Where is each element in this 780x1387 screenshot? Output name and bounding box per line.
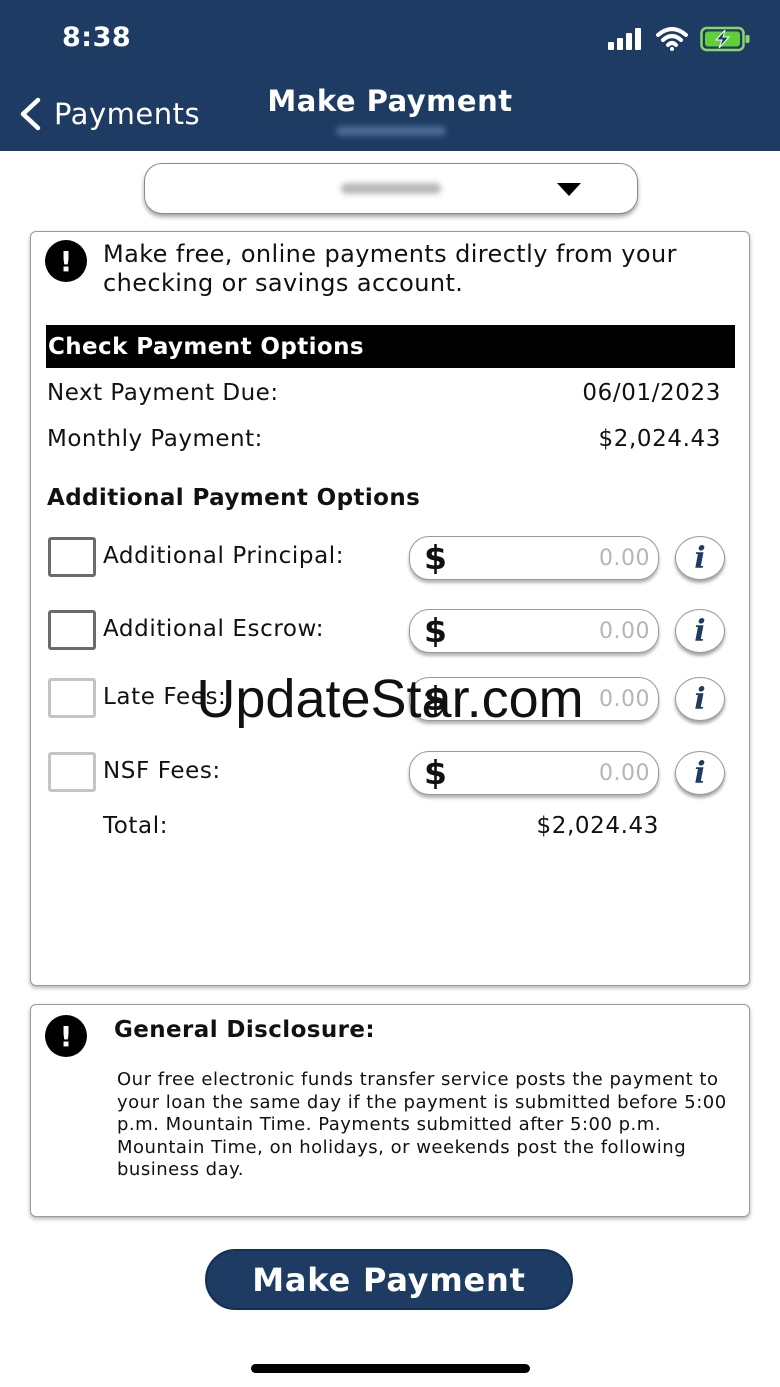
amount-value: 0.00 — [599, 687, 650, 712]
info-icon: i — [694, 613, 706, 649]
disclosure-title: General Disclosure: — [114, 1017, 375, 1043]
alert-icon: ! — [45, 1015, 87, 1057]
next-due-label: Next Payment Due: — [47, 380, 279, 406]
info-icon: i — [694, 540, 706, 576]
monthly-payment-value: $2,024.43 — [598, 426, 721, 452]
total-label: Total: — [103, 813, 169, 839]
nav-header: 8:38 Payments Make Payment — [0, 0, 780, 151]
intro-text: Make free, online payments directly from… — [103, 240, 677, 297]
dollar-icon: $ — [424, 753, 447, 792]
status-time: 8:38 — [62, 22, 132, 53]
dollar-icon: $ — [424, 538, 447, 577]
payment-options-card: ! Make free, online payments directly fr… — [30, 231, 750, 986]
nsf-fees-input[interactable]: $ 0.00 — [409, 751, 659, 795]
alert-icon: ! — [45, 240, 87, 282]
late-fees-info-button[interactable]: i — [675, 677, 725, 721]
additional-options-heading: Additional Payment Options — [47, 485, 421, 511]
status-icons — [608, 26, 752, 52]
dollar-icon: $ — [424, 611, 447, 650]
home-indicator — [251, 1364, 530, 1373]
additional-escrow-checkbox[interactable] — [48, 610, 96, 650]
redacted-subtitle — [336, 126, 446, 136]
next-due-value: 06/01/2023 — [582, 380, 721, 406]
disclosure-card: ! General Disclosure: Our free electroni… — [30, 1004, 750, 1217]
wifi-icon — [656, 27, 688, 51]
late-fees-input[interactable]: $ 0.00 — [409, 677, 659, 721]
check-options-heading: Check Payment Options — [46, 325, 735, 368]
battery-charging-icon — [700, 26, 750, 52]
page-title: Make Payment — [267, 84, 513, 118]
make-payment-button[interactable]: Make Payment — [205, 1249, 573, 1310]
additional-principal-label: Additional Principal: — [103, 543, 345, 569]
monthly-payment-label: Monthly Payment: — [47, 426, 263, 452]
total-value: $2,024.43 — [536, 813, 659, 839]
additional-principal-input[interactable]: $ 0.00 — [409, 536, 659, 580]
signal-icon — [608, 28, 641, 50]
additional-escrow-info-button[interactable]: i — [675, 609, 725, 653]
amount-value: 0.00 — [599, 761, 650, 786]
additional-principal-info-button[interactable]: i — [675, 536, 725, 580]
nsf-fees-label: NSF Fees: — [103, 758, 221, 784]
loan-selector[interactable] — [144, 163, 638, 214]
nsf-fees-info-button[interactable]: i — [675, 751, 725, 795]
nsf-fees-checkbox[interactable] — [48, 752, 96, 792]
amount-value: 0.00 — [599, 546, 650, 571]
dollar-icon: $ — [424, 679, 447, 718]
additional-escrow-input[interactable]: $ 0.00 — [409, 609, 659, 653]
late-fees-checkbox[interactable] — [48, 678, 96, 718]
additional-escrow-label: Additional Escrow: — [103, 616, 325, 642]
caret-down-icon — [557, 183, 581, 196]
late-fees-label: Late Fees: — [103, 684, 227, 710]
additional-principal-checkbox[interactable] — [48, 537, 96, 577]
info-icon: i — [694, 755, 706, 791]
disclosure-body: Our free electronic funds transfer servi… — [117, 1069, 727, 1180]
info-icon: i — [694, 681, 706, 717]
redacted-loan-number — [341, 183, 441, 194]
amount-value: 0.00 — [599, 619, 650, 644]
